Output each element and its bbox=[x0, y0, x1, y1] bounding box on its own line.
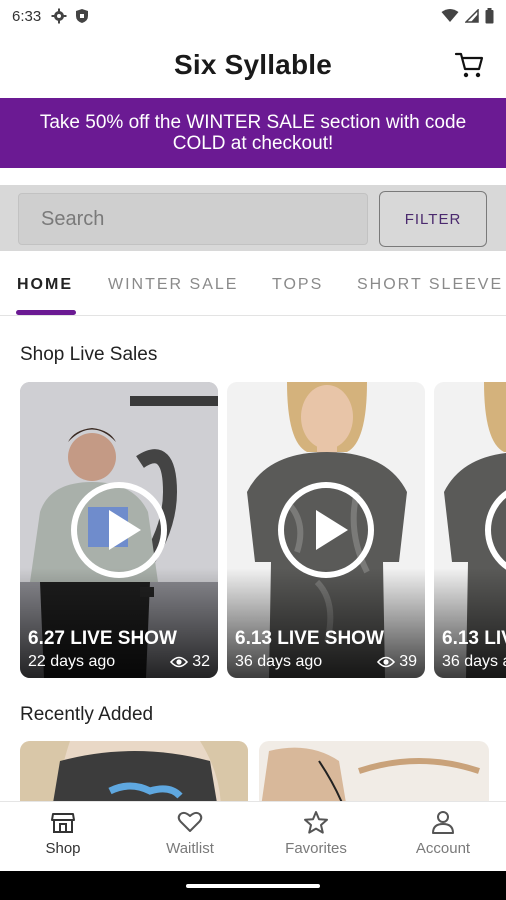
tab-short-sleeve[interactable]: SHORT SLEEVE bbox=[357, 276, 503, 294]
app-header: Six Syllable bbox=[0, 32, 506, 98]
eye-icon bbox=[170, 656, 189, 668]
recently-added-heading: Recently Added bbox=[20, 704, 154, 725]
settings-icon bbox=[51, 8, 67, 24]
live-sales-heading: Shop Live Sales bbox=[20, 344, 158, 365]
video-age: 36 days ago bbox=[442, 653, 506, 670]
status-bar: 6:33 bbox=[0, 0, 506, 32]
home-gesture-handle[interactable] bbox=[186, 884, 320, 888]
live-sales-carousel[interactable]: 6.27 LIVE SHOW 22 days ago 32 6.13 LIVE … bbox=[0, 382, 506, 678]
nav-waitlist[interactable]: Waitlist bbox=[135, 810, 245, 857]
live-video-card[interactable]: 6.13 LIVE SHOW 36 days ago 39 bbox=[227, 382, 425, 678]
nav-shop[interactable]: Shop bbox=[8, 810, 118, 857]
video-title: 6.13 LIVE SHOW bbox=[442, 628, 506, 649]
status-time: 6:33 bbox=[12, 7, 42, 25]
product-image bbox=[259, 741, 489, 801]
product-image bbox=[20, 741, 248, 801]
tab-winter-sale[interactable]: WINTER SALE bbox=[108, 276, 238, 294]
person-icon bbox=[432, 811, 454, 834]
product-card[interactable] bbox=[20, 741, 248, 801]
nav-label: Account bbox=[415, 840, 471, 857]
active-tab-indicator bbox=[16, 310, 76, 315]
video-age: 22 days ago bbox=[28, 653, 116, 670]
nav-favorites[interactable]: Favorites bbox=[261, 810, 371, 857]
battery-icon bbox=[485, 8, 494, 24]
bottom-nav: Shop Waitlist Favorites Account bbox=[0, 801, 506, 871]
star-icon bbox=[304, 811, 328, 834]
nav-label: Favorites bbox=[285, 840, 347, 857]
video-age: 36 days ago bbox=[235, 653, 323, 670]
nav-label: Waitlist bbox=[166, 840, 214, 857]
filter-button[interactable]: FILTER bbox=[379, 191, 487, 247]
live-video-card[interactable]: 6.13 LIVE SHOW 36 days ago 39 bbox=[434, 382, 506, 678]
view-count: 32 bbox=[170, 653, 210, 671]
product-card[interactable] bbox=[259, 741, 489, 801]
tab-tops[interactable]: TOPS bbox=[272, 276, 323, 294]
view-count: 39 bbox=[377, 653, 417, 671]
cart-icon[interactable] bbox=[454, 50, 484, 80]
signal-icon bbox=[465, 9, 479, 23]
play-icon[interactable] bbox=[69, 480, 169, 580]
app-title: Six Syllable bbox=[173, 49, 333, 80]
video-title: 6.13 LIVE SHOW bbox=[235, 628, 384, 649]
category-tabs: HOME WINTER SALE TOPS SHORT SLEEVE bbox=[0, 262, 506, 316]
play-icon[interactable] bbox=[483, 480, 506, 580]
nav-label: Shop bbox=[45, 840, 81, 857]
heart-icon bbox=[177, 811, 203, 832]
view-count-value: 39 bbox=[399, 653, 417, 670]
play-icon[interactable] bbox=[276, 480, 376, 580]
live-video-card[interactable]: 6.27 LIVE SHOW 22 days ago 32 bbox=[20, 382, 218, 678]
eye-icon bbox=[377, 656, 396, 668]
recently-added-list[interactable] bbox=[0, 741, 506, 801]
view-count-value: 32 bbox=[192, 653, 210, 670]
search-bar: FILTER bbox=[0, 185, 506, 251]
video-title: 6.27 LIVE SHOW bbox=[28, 628, 177, 649]
tab-home[interactable]: HOME bbox=[17, 276, 73, 294]
shield-icon bbox=[76, 9, 89, 23]
promo-text: Take 50% off the WINTER SALE section wit… bbox=[39, 112, 467, 154]
nav-account[interactable]: Account bbox=[388, 810, 498, 857]
system-gesture-bar bbox=[0, 871, 506, 900]
search-input[interactable] bbox=[18, 193, 368, 245]
promo-banner[interactable]: Take 50% off the WINTER SALE section wit… bbox=[0, 98, 506, 168]
shop-icon bbox=[51, 813, 75, 833]
wifi-icon bbox=[441, 9, 459, 22]
